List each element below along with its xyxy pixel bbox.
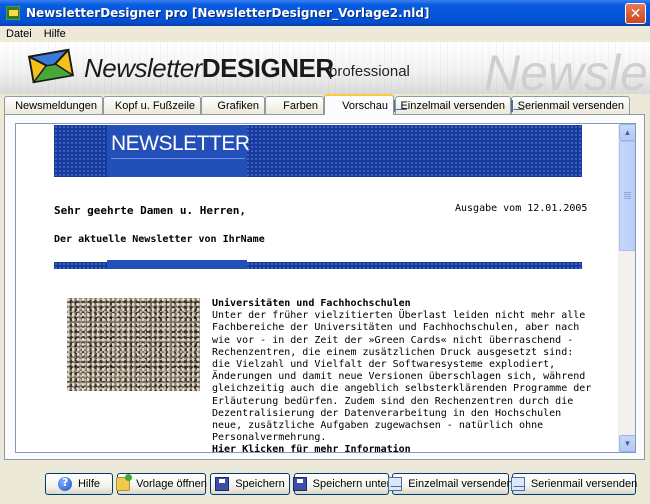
tab-grafiken[interactable]: Grafiken: [201, 96, 265, 114]
mail-icon: [510, 477, 525, 491]
bottom-button-bar: Hilfe Vorlage öffnen Speichern Speichern…: [0, 470, 650, 504]
tab-newsmeldungen[interactable]: Newsmeldungen: [4, 96, 103, 114]
save-icon: [215, 477, 230, 491]
tab-serienmail-versenden[interactable]: Serienmail versenden: [510, 96, 630, 114]
button-label: Serienmail versenden: [530, 478, 638, 490]
article-image: [67, 298, 200, 391]
mail-icon: [510, 99, 525, 112]
section-divider: [54, 260, 582, 269]
logo-strong: DESIGNER: [201, 53, 334, 83]
button-label: Hilfe: [77, 478, 100, 490]
app-icon: [6, 6, 20, 20]
title-bar: NewsletterDesigner pro [NewsletterDesign…: [0, 0, 650, 26]
close-button[interactable]: ✕: [625, 3, 646, 24]
salutation: Sehr geehrte Damen u. Herren,: [54, 204, 247, 217]
scroll-up-icon[interactable]: ▲: [619, 124, 635, 141]
save-button[interactable]: Speichern: [210, 473, 290, 495]
button-label: Speichern unter: [312, 478, 391, 490]
open-template-button[interactable]: Vorlage öffnen: [116, 473, 207, 495]
menu-datei[interactable]: Datei: [0, 28, 38, 40]
preview-panel: NEWSLETTER Sehr geehrte Damen u. Herren,…: [4, 114, 645, 460]
tab-bar: Newsmeldungen Kopf u. Fußzeile Grafiken …: [0, 94, 650, 115]
help-icon: [57, 476, 72, 491]
tab-label: Farben: [283, 99, 318, 112]
article: Universitäten und Fachhochschulen Unter …: [212, 298, 592, 452]
newsletter-title: NEWSLETTER: [111, 132, 250, 155]
tab-label: Grafiken: [217, 99, 259, 112]
save-as-button[interactable]: Speichern unter: [292, 473, 391, 495]
mail-icon: [388, 477, 403, 491]
tab-vorschau[interactable]: Vorschau: [324, 94, 394, 115]
window-title: NewsletterDesigner pro [NewsletterDesign…: [26, 6, 430, 20]
menu-bar: Datei Hilfe: [0, 26, 650, 42]
button-label: Speichern: [235, 478, 285, 490]
tab-label: Newsmeldungen: [15, 99, 97, 112]
app-banner: NewsletterDESIGNER professional Newsle: [0, 42, 650, 94]
send-serial-mail-button[interactable]: Serienmail versenden: [510, 473, 638, 495]
menu-hilfe[interactable]: Hilfe: [38, 28, 72, 40]
button-label: Einzelmail versenden: [408, 478, 513, 490]
tab-label: Kopf u. Fußzeile: [114, 99, 195, 112]
newsletter-header: NEWSLETTER: [54, 125, 582, 177]
tab-kopf-fusszeile[interactable]: Kopf u. Fußzeile: [103, 96, 201, 114]
vertical-scrollbar[interactable]: ▲ ▼: [618, 124, 635, 452]
scroll-thumb[interactable]: [619, 141, 635, 251]
tab-label: Vorschau: [342, 99, 388, 112]
newsletter-preview[interactable]: NEWSLETTER Sehr geehrte Damen u. Herren,…: [15, 123, 636, 453]
tab-einzelmail-versenden[interactable]: Einzelmail versenden: [393, 96, 511, 114]
newsletter-title-underline: [111, 158, 245, 159]
more-info-link[interactable]: Hier Klicken für mehr Information: [212, 444, 592, 452]
newsletter-subtitle: Der aktuelle Newsletter von IhrName: [54, 234, 265, 245]
logo-text: NewsletterDESIGNER: [84, 53, 334, 84]
banner-watermark: Newsle: [484, 45, 648, 94]
logo-prefix: Newsletter: [84, 53, 202, 83]
article-body: Unter der früher vielzitierten Überlast …: [212, 310, 592, 444]
article-heading: Universitäten und Fachhochschulen: [212, 298, 411, 309]
button-label: Vorlage öffnen: [136, 478, 207, 490]
divider-block: [107, 260, 247, 269]
tab-farben[interactable]: Farben: [265, 96, 324, 114]
tab-label: Einzelmail versenden: [400, 99, 505, 112]
send-single-mail-button[interactable]: Einzelmail versenden: [388, 473, 513, 495]
open-icon: [116, 474, 133, 491]
help-button[interactable]: Hilfe: [45, 473, 113, 495]
tab-label: Serienmail versenden: [517, 99, 624, 112]
issue-date: Ausgabe vom 12.01.2005: [455, 203, 588, 214]
scroll-down-icon[interactable]: ▼: [619, 435, 635, 452]
save-as-icon: [292, 477, 307, 491]
logo-subtitle: professional: [329, 63, 410, 80]
